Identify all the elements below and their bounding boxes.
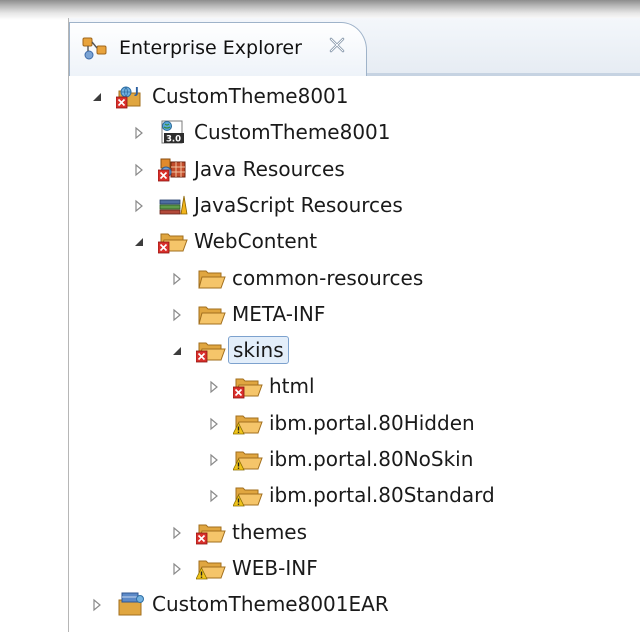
close-icon[interactable] — [327, 35, 347, 55]
tree-item-label: common-resources — [232, 265, 424, 290]
collapsed-arrow-icon[interactable] — [207, 488, 221, 503]
tree-item-label: themes — [232, 519, 308, 544]
folder-icon — [232, 373, 263, 399]
tree-item-label: ibm.portal.80NoSkin — [269, 447, 474, 471]
tree-item-label: skins — [228, 336, 289, 365]
tree-item[interactable]: Java Resources — [132, 151, 345, 187]
folder-icon — [232, 482, 263, 508]
tab-title: Enterprise Explorer — [119, 37, 302, 59]
expanded-arrow-icon[interactable] — [132, 234, 146, 248]
tree-item-label: html — [269, 374, 315, 399]
ear-project-icon — [116, 591, 146, 617]
tree-item[interactable]: ibm.portal.80Hidden — [207, 405, 475, 441]
folder-icon — [196, 265, 226, 291]
folder-icon — [232, 410, 263, 436]
collapsed-arrow-icon[interactable] — [90, 597, 104, 612]
java-resources-icon — [157, 156, 188, 182]
tree-item-label: Java Resources — [194, 156, 345, 181]
expanded-arrow-icon[interactable] — [170, 343, 184, 357]
tree-item-label: CustomTheme8001 — [194, 120, 391, 145]
tree-item-label: CustomTheme8001 — [152, 84, 349, 108]
tree-item-label: WEB-INF — [232, 555, 318, 580]
collapsed-arrow-icon[interactable] — [170, 271, 184, 285]
javascript-resources-icon — [158, 192, 188, 218]
project-tree: J CustomTheme8001 3.0 CustomTheme8001 Java R… — [0, 76, 640, 632]
collapsed-arrow-icon[interactable] — [170, 561, 184, 576]
tab-enterprise-explorer[interactable]: Enterprise Explorer — [69, 22, 367, 76]
folder-icon — [195, 519, 226, 545]
tree-item[interactable]: WEB-INF — [170, 550, 318, 586]
enterprise-explorer-icon — [82, 36, 108, 60]
folder-icon — [195, 337, 226, 363]
tree-item-label: META-INF — [232, 301, 326, 326]
collapsed-arrow-icon[interactable] — [132, 162, 146, 176]
tree-item[interactable]: 3.0 CustomTheme8001 — [132, 114, 391, 150]
tree-item-label: CustomTheme8001EAR — [152, 592, 389, 617]
tree-item[interactable]: JavaScript Resources — [132, 187, 403, 223]
folder-icon — [196, 301, 226, 327]
collapsed-arrow-icon[interactable] — [170, 307, 184, 322]
collapsed-arrow-icon[interactable] — [207, 452, 221, 467]
tree-item[interactable]: META-INF — [170, 296, 325, 332]
tree-item[interactable]: J CustomTheme8001 — [90, 78, 349, 114]
deployment-descriptor-icon: 3.0 — [158, 119, 188, 145]
tree-item-label: ibm.portal.80Standard — [269, 483, 495, 508]
tree-item[interactable]: themes — [170, 514, 307, 550]
tree-item[interactable]: WebContent — [132, 223, 317, 259]
tree-item-label: ibm.portal.80Hidden — [269, 410, 475, 435]
folder-icon — [232, 446, 263, 472]
tree-item[interactable]: html — [207, 368, 315, 404]
collapsed-arrow-icon[interactable] — [207, 416, 221, 430]
folder-icon — [195, 555, 226, 581]
collapsed-arrow-icon[interactable] — [207, 379, 221, 394]
collapsed-arrow-icon[interactable] — [132, 198, 146, 213]
tree-item-label: JavaScript Resources — [194, 192, 403, 217]
tree-item[interactable]: ibm.portal.80Standard — [207, 477, 495, 513]
collapsed-arrow-icon[interactable] — [132, 125, 146, 140]
tree-item[interactable]: common-resources — [170, 260, 423, 296]
expanded-arrow-icon[interactable] — [90, 89, 104, 103]
web-project-icon: J — [115, 83, 146, 109]
collapsed-arrow-icon[interactable] — [170, 525, 184, 539]
folder-icon — [157, 228, 188, 254]
tree-item[interactable]: skins — [170, 332, 289, 368]
tree-item-label: WebContent — [194, 229, 318, 254]
svg-text:3.0: 3.0 — [166, 135, 181, 145]
window-top-shadow — [0, 0, 640, 20]
tree-item[interactable]: ibm.portal.80NoSkin — [207, 441, 473, 477]
svg-text:J: J — [134, 86, 139, 97]
tree-item[interactable]: CustomTheme8001EAR — [90, 586, 389, 622]
